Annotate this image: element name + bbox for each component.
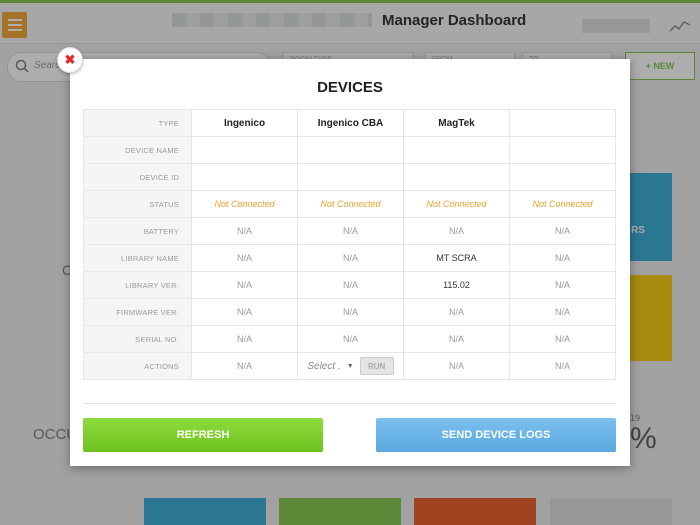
table-cell: 115.02 — [403, 271, 510, 299]
column-header: MagTek — [403, 109, 510, 137]
row-label-serial-no: SERIAL NO. — [83, 325, 192, 353]
actions-cell: Select . ▼ RUN — [297, 352, 404, 380]
table-cell: N/A — [403, 217, 510, 245]
column-header: Ingenico CBA — [297, 109, 404, 137]
table-cell: MT SCRA — [403, 244, 510, 272]
caret-down-icon: ▼ — [346, 362, 354, 370]
modal-title: DEVICES — [317, 79, 383, 96]
send-device-logs-button[interactable]: SEND DEVICE LOGS — [376, 418, 616, 452]
row-label-device-name: DEVICE NAME — [83, 136, 192, 164]
run-button[interactable]: RUN — [359, 357, 394, 375]
row-label-battery: BATTERY — [83, 217, 192, 245]
table-row: FIRMWARE VER. N/A N/A N/A N/A — [83, 298, 616, 326]
table-cell: N/A — [191, 325, 298, 353]
close-button[interactable]: ✖ — [57, 47, 83, 73]
row-label-type: TYPE — [83, 109, 192, 137]
table-cell: N/A — [191, 352, 298, 380]
devices-table: TYPE Ingenico Ingenico CBA MagTek DEVICE… — [83, 109, 616, 380]
row-label-device-id: DEVICE ID — [83, 163, 192, 191]
table-row: TYPE Ingenico Ingenico CBA MagTek — [83, 109, 616, 137]
table-row: LIBRARY VER. N/A N/A 115.02 N/A — [83, 271, 616, 299]
table-cell: N/A — [509, 298, 616, 326]
status-cell: Not Connected — [509, 190, 616, 218]
modal-divider — [83, 403, 616, 404]
status-cell: Not Connected — [403, 190, 510, 218]
close-icon: ✖ — [64, 52, 76, 67]
table-cell: N/A — [297, 244, 404, 272]
refresh-button[interactable]: REFRESH — [83, 418, 323, 452]
status-cell: Not Connected — [191, 190, 298, 218]
table-row: SERIAL NO. N/A N/A N/A N/A — [83, 325, 616, 353]
column-header: Ingenico — [191, 109, 298, 137]
table-row: BATTERY N/A N/A N/A N/A — [83, 217, 616, 245]
table-row: DEVICE NAME — [83, 136, 616, 164]
table-cell: N/A — [191, 271, 298, 299]
column-header — [509, 109, 616, 137]
table-cell: N/A — [509, 325, 616, 353]
table-cell — [403, 163, 510, 191]
table-cell: N/A — [191, 298, 298, 326]
table-cell — [509, 136, 616, 164]
table-cell: N/A — [297, 217, 404, 245]
table-cell: N/A — [191, 217, 298, 245]
table-row: ACTIONS N/A Select . ▼ RUN N/A N/A — [83, 352, 616, 380]
table-cell: N/A — [403, 325, 510, 353]
action-select[interactable]: Select . ▼ — [307, 361, 353, 372]
table-cell — [297, 136, 404, 164]
table-cell: N/A — [297, 325, 404, 353]
table-cell — [297, 163, 404, 191]
table-cell: N/A — [297, 298, 404, 326]
table-cell: N/A — [297, 271, 404, 299]
table-row: STATUS Not Connected Not Connected Not C… — [83, 190, 616, 218]
table-cell: N/A — [509, 352, 616, 380]
row-label-status: STATUS — [83, 190, 192, 218]
row-label-library-ver: LIBRARY VER. — [83, 271, 192, 299]
table-cell — [509, 163, 616, 191]
row-label-actions: ACTIONS — [83, 352, 192, 380]
status-cell: Not Connected — [297, 190, 404, 218]
devices-modal: DEVICES TYPE Ingenico Ingenico CBA MagTe… — [70, 59, 630, 466]
row-label-library-name: LIBRARY NAME — [83, 244, 192, 272]
table-row: DEVICE ID — [83, 163, 616, 191]
table-cell — [191, 163, 298, 191]
table-cell — [403, 136, 510, 164]
table-cell: N/A — [509, 271, 616, 299]
action-select-label: Select . — [307, 360, 341, 372]
row-label-firmware-ver: FIRMWARE VER. — [83, 298, 192, 326]
table-cell: N/A — [403, 298, 510, 326]
table-row: LIBRARY NAME N/A N/A MT SCRA N/A — [83, 244, 616, 272]
table-cell: N/A — [509, 217, 616, 245]
table-cell — [191, 136, 298, 164]
table-cell: N/A — [403, 352, 510, 380]
table-cell: N/A — [509, 244, 616, 272]
table-cell: N/A — [191, 244, 298, 272]
